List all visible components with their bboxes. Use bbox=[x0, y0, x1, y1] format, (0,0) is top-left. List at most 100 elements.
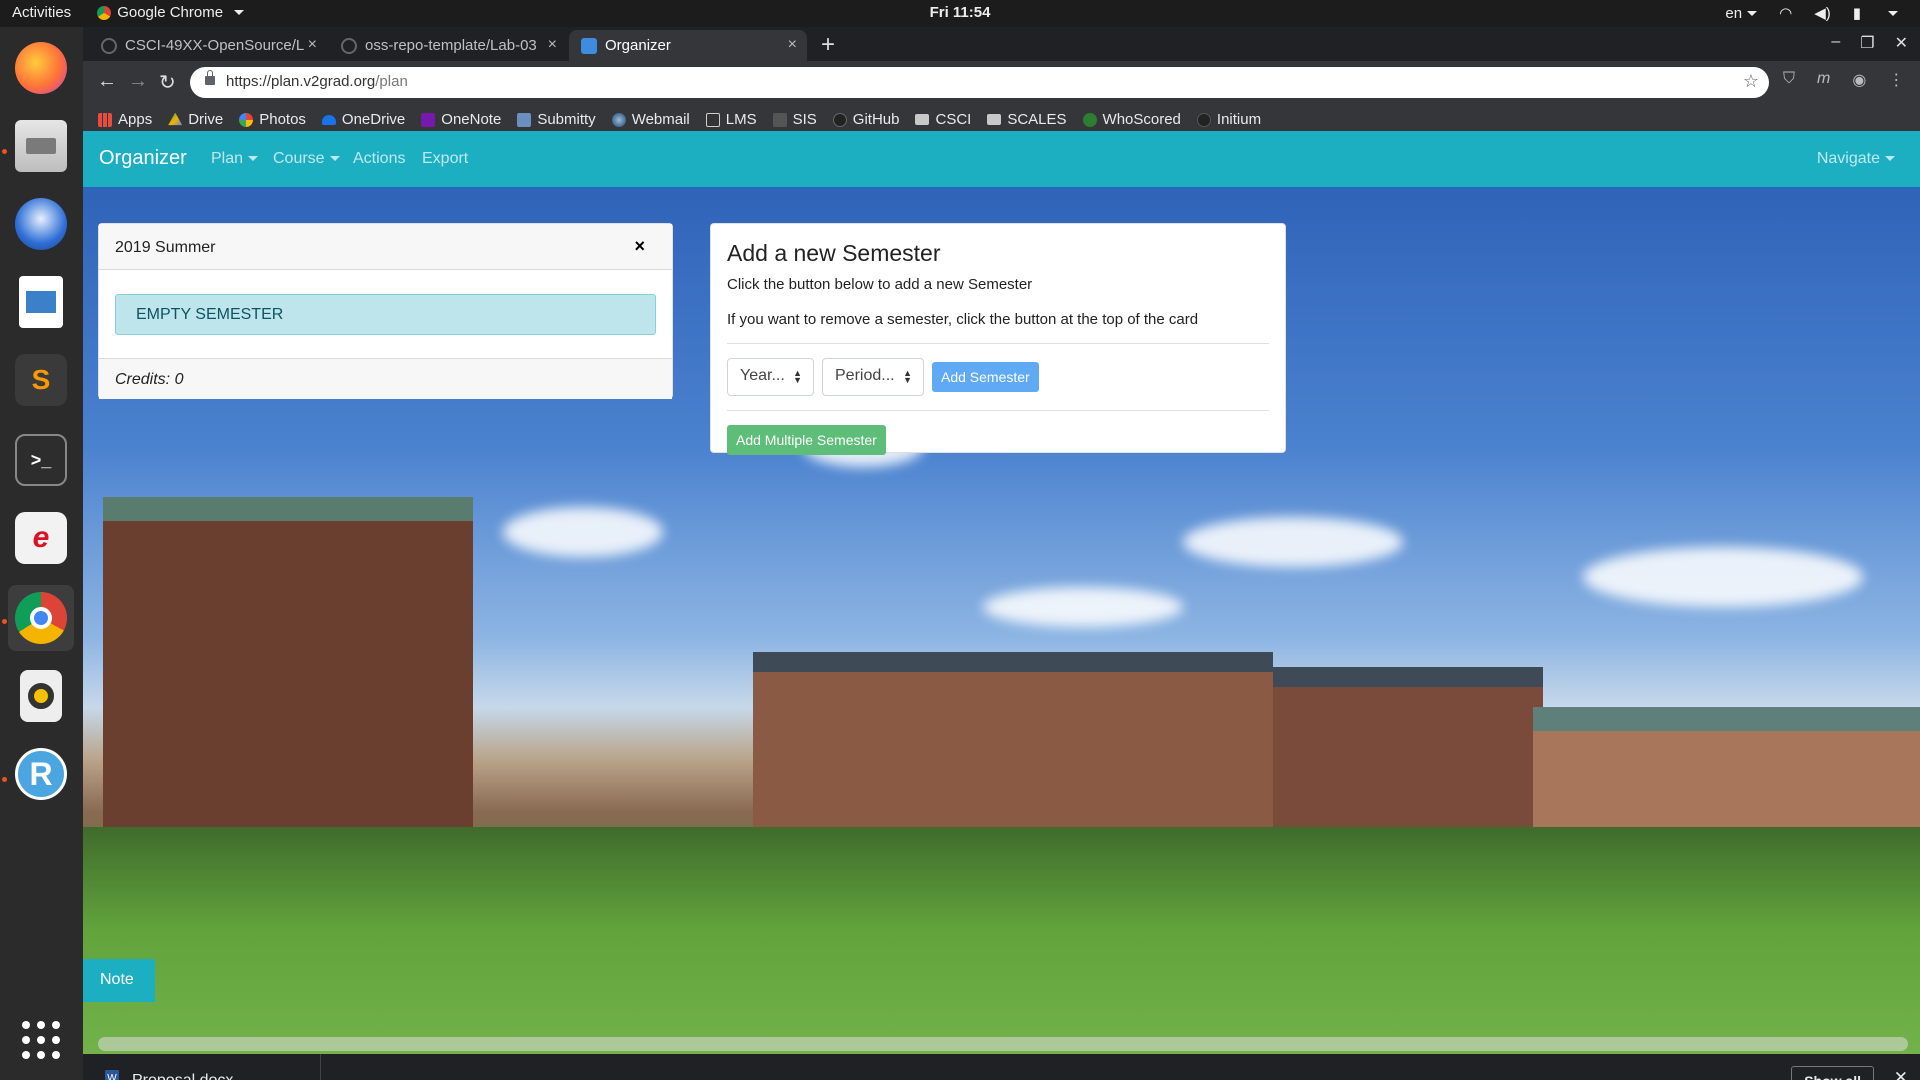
initium-icon bbox=[1196, 112, 1211, 127]
dock-rhythmbox[interactable] bbox=[8, 663, 74, 729]
brand-link[interactable]: Organizer bbox=[99, 147, 187, 170]
language-indicator[interactable]: en bbox=[1725, 5, 1758, 22]
bookmark-folder-csci[interactable]: CSCI bbox=[915, 111, 971, 128]
volume-icon[interactable]: ◀) bbox=[1814, 4, 1831, 22]
files-icon bbox=[15, 120, 67, 172]
bookmark-submitty[interactable]: Submitty bbox=[517, 111, 596, 128]
system-menu-chevron-icon[interactable] bbox=[1883, 5, 1898, 22]
bookmark-webmail[interactable]: Webmail bbox=[611, 111, 690, 128]
dock-rstudio[interactable]: R bbox=[8, 741, 74, 807]
close-tab-icon[interactable]: × bbox=[788, 36, 797, 54]
lms-icon bbox=[705, 112, 720, 127]
dock-chrome[interactable] bbox=[8, 585, 74, 651]
bookmark-star-icon[interactable]: ☆ bbox=[1743, 71, 1759, 92]
dock-impress[interactable] bbox=[8, 269, 74, 335]
extension-m-icon[interactable]: m bbox=[1817, 70, 1830, 90]
tab-oss-repo[interactable]: oss-repo-template/Lab-03 × bbox=[329, 30, 567, 61]
submitty-icon bbox=[517, 112, 532, 127]
credits-label: Credits: 0 bbox=[99, 358, 672, 399]
url-path: /plan bbox=[375, 73, 408, 90]
extension-shield-icon[interactable]: ⛉ bbox=[1783, 70, 1795, 90]
chrome-menu-icon[interactable]: ⋮ bbox=[1888, 70, 1904, 90]
add-semester-card: Add a new Semester Click the button belo… bbox=[710, 223, 1286, 455]
browser-window: CSCI-49XX-OpenSource/L × oss-repo-templa… bbox=[83, 27, 1920, 1080]
dock: S >_ e R bbox=[0, 27, 83, 1080]
dock-sublime[interactable]: S bbox=[8, 347, 74, 413]
bookmark-photos[interactable]: Photos bbox=[239, 111, 306, 128]
minimize-icon[interactable]: – bbox=[1831, 33, 1840, 53]
bookmark-lms[interactable]: LMS bbox=[705, 111, 757, 128]
folder-icon bbox=[987, 114, 1002, 125]
bookmark-onedrive[interactable]: OneDrive bbox=[321, 111, 405, 128]
webmail-icon bbox=[611, 112, 626, 127]
select-arrows-icon: ▲ ▼ bbox=[793, 368, 802, 385]
bookmark-onenote[interactable]: OneNote bbox=[421, 111, 501, 128]
app-grid-icon bbox=[22, 1021, 60, 1059]
forward-icon[interactable]: → bbox=[128, 70, 148, 93]
add-semester-instructions: Click the button below to add a new Seme… bbox=[727, 276, 1033, 293]
app-menu[interactable]: Google Chrome bbox=[97, 4, 245, 21]
nav-navigate-dropdown[interactable]: Navigate bbox=[1817, 150, 1895, 168]
remove-semester-close-icon[interactable]: × bbox=[634, 236, 645, 257]
new-tab-button[interactable]: + bbox=[821, 31, 835, 59]
close-tab-icon[interactable]: × bbox=[308, 36, 317, 54]
evince-icon: e bbox=[15, 512, 67, 564]
horizontal-scrollbar[interactable] bbox=[98, 1037, 1908, 1051]
sis-icon bbox=[772, 112, 787, 127]
profile-avatar-icon[interactable]: ◉ bbox=[1852, 70, 1866, 90]
show-all-downloads-button[interactable]: Show all bbox=[1791, 1066, 1874, 1080]
github-icon bbox=[101, 38, 117, 54]
sublime-icon: S bbox=[15, 354, 67, 406]
dock-terminal[interactable]: >_ bbox=[8, 427, 74, 493]
photos-icon bbox=[239, 112, 254, 127]
chevron-up-icon[interactable]: ︿ bbox=[292, 1071, 306, 1080]
battery-icon[interactable]: ▮ bbox=[1853, 4, 1861, 22]
onenote-icon bbox=[421, 112, 436, 127]
download-filename: Proposal.docx bbox=[132, 1072, 233, 1080]
bookmark-initium[interactable]: Initium bbox=[1196, 111, 1261, 128]
nav-export[interactable]: Export bbox=[422, 150, 468, 168]
tab-csci-oss[interactable]: CSCI-49XX-OpenSource/L × bbox=[89, 30, 327, 61]
close-tab-icon[interactable]: × bbox=[548, 36, 557, 54]
note-button[interactable]: Note bbox=[83, 959, 155, 1002]
tab-strip: CSCI-49XX-OpenSource/L × oss-repo-templa… bbox=[83, 27, 1920, 61]
nav-actions[interactable]: Actions bbox=[353, 150, 405, 168]
close-shelf-icon[interactable]: ✕ bbox=[1894, 1068, 1908, 1080]
year-select[interactable]: Year... ▲ ▼ bbox=[727, 358, 814, 396]
chevron-down-icon bbox=[248, 156, 259, 162]
bookmark-github[interactable]: GitHub bbox=[832, 111, 899, 128]
bookmark-folder-scales[interactable]: SCALES bbox=[987, 111, 1067, 128]
reload-icon[interactable]: ↻ bbox=[159, 70, 176, 95]
bookmark-whoscored[interactable]: WhoScored bbox=[1082, 111, 1181, 128]
activities-button[interactable]: Activities bbox=[12, 4, 71, 21]
add-multiple-semester-button[interactable]: Add Multiple Semester bbox=[727, 425, 886, 455]
maximize-icon[interactable]: ❐ bbox=[1860, 33, 1874, 53]
select-arrows-icon: ▲ ▼ bbox=[903, 368, 912, 385]
url-input[interactable]: https://plan.v2grad.org/plan ☆ bbox=[190, 67, 1769, 98]
drive-icon bbox=[168, 112, 183, 126]
nav-course-dropdown[interactable]: Course bbox=[273, 150, 340, 168]
dock-firefox[interactable] bbox=[8, 35, 74, 101]
window-close-icon[interactable]: ✕ bbox=[1895, 33, 1908, 53]
address-bar-row: ← → ↻ https://plan.v2grad.org/plan ☆ ⛉ m… bbox=[83, 61, 1920, 104]
divider bbox=[727, 410, 1269, 411]
period-select[interactable]: Period... ▲ ▼ bbox=[822, 358, 924, 396]
app-name: Google Chrome bbox=[117, 4, 224, 21]
tab-organizer[interactable]: Organizer × bbox=[569, 30, 807, 61]
bookmark-apps[interactable]: Apps bbox=[98, 111, 152, 128]
nav-plan-dropdown[interactable]: Plan bbox=[211, 150, 259, 168]
bookmark-drive[interactable]: Drive bbox=[168, 111, 223, 128]
dock-files[interactable] bbox=[8, 113, 74, 179]
show-applications[interactable] bbox=[8, 1007, 74, 1073]
bookmark-sis[interactable]: SIS bbox=[772, 111, 817, 128]
dock-thunderbird[interactable] bbox=[8, 191, 74, 257]
dock-evince[interactable]: e bbox=[8, 505, 74, 571]
clock[interactable]: Fri 11:54 bbox=[0, 4, 1920, 21]
divider bbox=[727, 343, 1269, 344]
download-item[interactable]: W Proposal.docx ︿ bbox=[99, 1054, 321, 1080]
tab-title: CSCI-49XX-OpenSource/L bbox=[125, 37, 305, 54]
system-top-bar: Activities Google Chrome Fri 11:54 en ◠ … bbox=[0, 0, 1920, 27]
add-semester-button[interactable]: Add Semester bbox=[932, 362, 1039, 392]
wifi-icon[interactable]: ◠ bbox=[1779, 4, 1792, 22]
back-icon[interactable]: ← bbox=[97, 70, 117, 93]
